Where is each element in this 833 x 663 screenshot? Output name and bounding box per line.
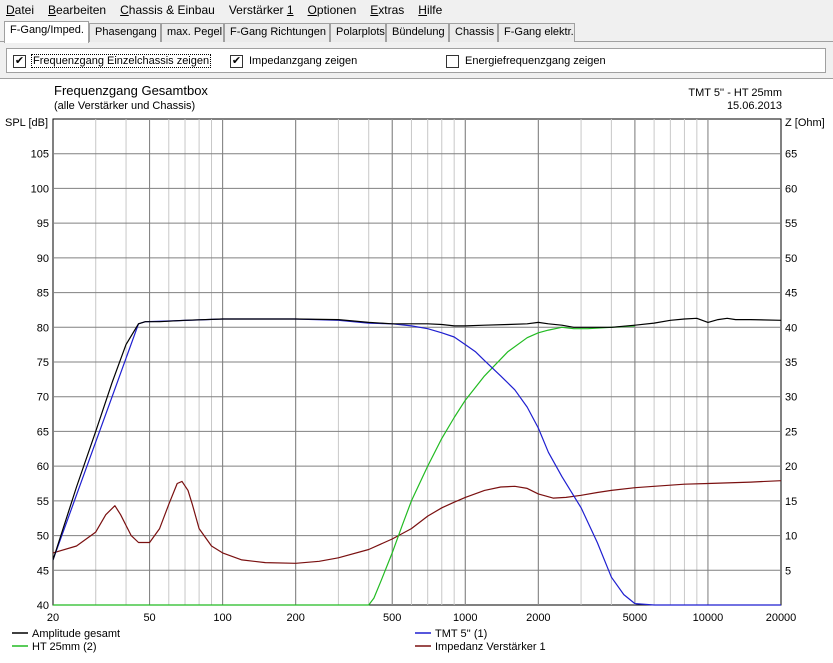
menu-bar: Datei Bearbeiten Chassis & Einbau Verstärke… <box>0 0 833 20</box>
x-tick-label: 200 <box>286 612 304 624</box>
show-energy-checkbox[interactable] <box>446 54 459 68</box>
tab-4[interactable]: Polarplots <box>330 23 386 42</box>
y2-tick-label: 60 <box>785 183 797 195</box>
legend-label: Impedanz Verstärker 1 <box>435 641 546 653</box>
menu-item-6[interactable]: Hilfe <box>418 3 442 17</box>
tab-6[interactable]: Chassis <box>449 23 498 42</box>
legend-label: Amplitude gesamt <box>32 628 120 640</box>
x-tick-label: 20000 <box>766 612 797 624</box>
y-tick-label: 85 <box>37 288 49 300</box>
y-tick-label: 70 <box>37 392 49 404</box>
y2-tick-label: 55 <box>785 218 797 230</box>
tab-2[interactable]: max. Pegel <box>161 23 224 42</box>
menu-item-0[interactable]: Datei <box>6 3 34 17</box>
legend-label: TMT 5'' (1) <box>435 628 487 640</box>
tab-0[interactable]: F-Gang/Imped. <box>4 21 89 43</box>
legend-label: HT 25mm (2) <box>32 641 97 653</box>
y2-axis-label: Z [Ohm] <box>785 117 825 129</box>
y-tick-label: 100 <box>31 183 49 195</box>
chart-legend: Amplitude gesamtHT 25mm (2) TMT 5'' (1)Im… <box>12 628 546 653</box>
y2-tick-label: 65 <box>785 149 797 161</box>
tab-3[interactable]: F-Gang Richtungen <box>224 23 330 42</box>
y2-tick-label: 20 <box>785 461 797 473</box>
x-tick-label: 100 <box>213 612 231 624</box>
y2-tick-label: 25 <box>785 426 797 438</box>
y-tick-label: 60 <box>37 461 49 473</box>
show-impedance-checkbox[interactable]: ✔ <box>230 54 243 68</box>
series-line-3 <box>52 480 782 564</box>
tab-bar: F-Gang/Imped. Phasengang max. Pegel F-Gang … <box>0 21 833 43</box>
y-tick-label: 45 <box>37 565 49 577</box>
chart-ticks: 20 50 100 200 500 1000 2000 5000 10000 20000 40 45 5… <box>31 149 798 624</box>
y-tick-label: 40 <box>37 600 49 612</box>
chart-series <box>52 317 782 606</box>
options-panel: ✔ Frequenzgang Einzelchassis zeigen ✔ Im… <box>6 48 826 73</box>
x-tick-label: 500 <box>383 612 401 624</box>
show-impedance-option[interactable]: ✔ Impedanzgang zeigen <box>230 54 357 68</box>
menu-item-3[interactable]: Verstärker 1 <box>229 3 294 17</box>
y2-tick-label: 30 <box>785 392 797 404</box>
chart-subtitle: (alle Verstärker und Chassis) <box>54 100 195 112</box>
menu-item-1[interactable]: Bearbeiten <box>48 3 106 17</box>
y2-tick-label: 5 <box>785 565 791 577</box>
show-chassis-label: Frequenzgang Einzelchassis zeigen <box>30 54 212 68</box>
show-energy-label: Energiefrequenzgang zeigen <box>465 55 606 67</box>
y2-tick-label: 40 <box>785 322 797 334</box>
y2-tick-label: 35 <box>785 357 797 369</box>
y-tick-label: 95 <box>37 218 49 230</box>
chart-area: Frequenzgang Gesamtbox (alle Verstärker … <box>0 78 833 663</box>
y2-tick-label: 50 <box>785 253 797 265</box>
y-tick-label: 80 <box>37 322 49 334</box>
y-tick-label: 90 <box>37 253 49 265</box>
y-tick-label: 75 <box>37 357 49 369</box>
y-tick-label: 55 <box>37 496 49 508</box>
x-tick-label: 20 <box>47 612 59 624</box>
x-tick-label: 2000 <box>526 612 550 624</box>
show-energy-option[interactable]: Energiefrequenzgang zeigen <box>446 54 606 68</box>
menu-item-2[interactable]: Chassis & Einbau <box>120 3 215 17</box>
chart-grid <box>52 118 782 606</box>
menu-item-5[interactable]: Extras <box>370 3 404 17</box>
y2-tick-label: 10 <box>785 531 797 543</box>
project-date: 15.06.2013 <box>727 100 782 112</box>
y-axis-label: SPL [dB] <box>5 117 48 129</box>
y2-tick-label: 45 <box>785 288 797 300</box>
show-chassis-option[interactable]: ✔ Frequenzgang Einzelchassis zeigen <box>13 54 212 68</box>
y-tick-label: 65 <box>37 426 49 438</box>
y2-tick-label: 15 <box>785 496 797 508</box>
frequency-response-chart: Frequenzgang Gesamtbox (alle Verstärker … <box>5 83 825 653</box>
x-tick-label: 1000 <box>453 612 477 624</box>
x-tick-label: 10000 <box>693 612 724 624</box>
series-line-2 <box>53 325 635 606</box>
tab-1[interactable]: Phasengang <box>89 23 161 42</box>
show-impedance-label: Impedanzgang zeigen <box>249 55 358 67</box>
tab-5[interactable]: Bündelung <box>386 23 449 42</box>
x-tick-label: 50 <box>143 612 155 624</box>
menu-item-4[interactable]: Optionen <box>308 3 357 17</box>
x-tick-label: 5000 <box>623 612 647 624</box>
project-name: TMT 5'' - HT 25mm <box>688 87 782 99</box>
chart-title: Frequenzgang Gesamtbox <box>54 83 208 98</box>
tab-7[interactable]: F-Gang elektr. <box>498 23 575 42</box>
y-tick-label: 105 <box>31 149 49 161</box>
y-tick-label: 50 <box>37 531 49 543</box>
show-chassis-checkbox[interactable]: ✔ <box>13 54 26 68</box>
